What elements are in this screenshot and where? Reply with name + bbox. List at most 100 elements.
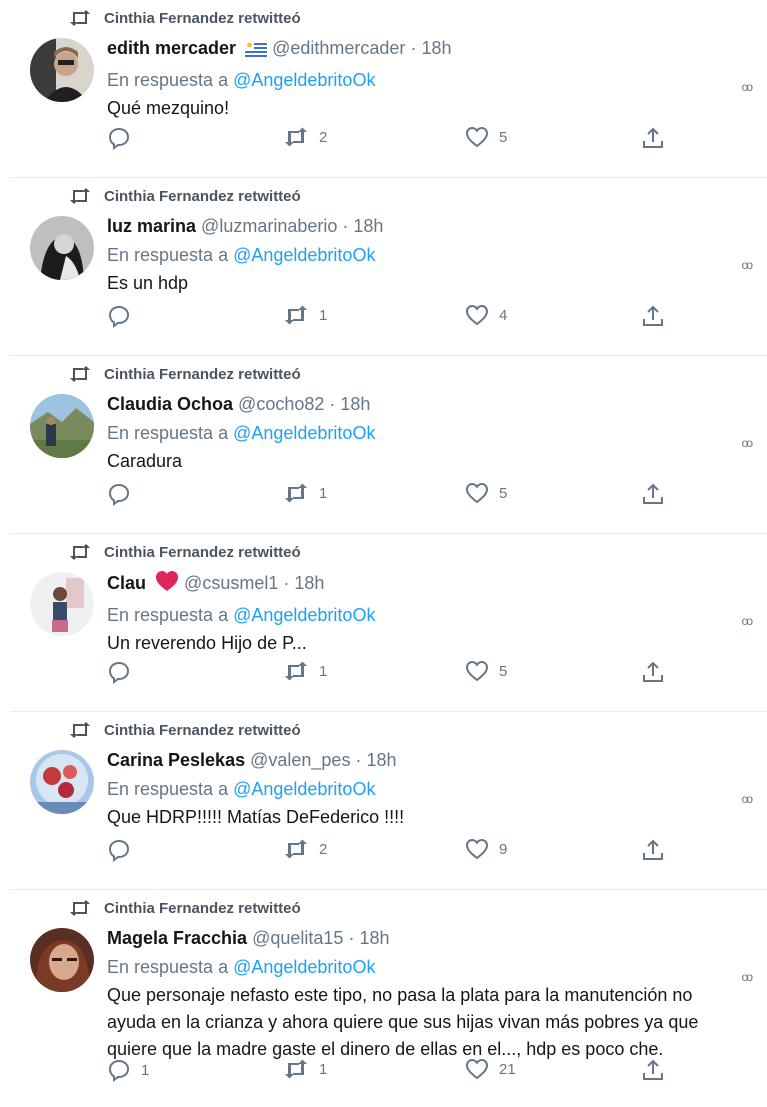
separator: · bbox=[329, 394, 336, 414]
tweet-actions: 2 5 bbox=[107, 126, 677, 156]
share-button[interactable] bbox=[641, 838, 665, 862]
share-button[interactable] bbox=[641, 126, 665, 150]
like-count: 5 bbox=[499, 484, 508, 502]
heart-icon bbox=[155, 570, 179, 598]
retweet-button[interactable]: 1 bbox=[283, 660, 327, 682]
avatar[interactable] bbox=[30, 572, 94, 636]
like-button[interactable]: 5 bbox=[465, 660, 507, 682]
tweet-time[interactable]: 18h bbox=[359, 928, 389, 948]
retweet-button[interactable]: 2 bbox=[283, 838, 327, 860]
tweet-actions: 2 9 bbox=[107, 838, 677, 868]
retweet-context-text[interactable]: Cinthia Fernandez retwitteó bbox=[104, 900, 301, 917]
share-button[interactable] bbox=[641, 1058, 665, 1082]
reply-button[interactable] bbox=[107, 126, 141, 150]
tweet-actions: 1 4 bbox=[107, 304, 677, 334]
tweet[interactable]: Cinthia Fernandez retwitteó luz marina @… bbox=[10, 178, 767, 356]
reply-context: En respuesta a @AngeldebritoOk bbox=[107, 775, 747, 803]
avatar[interactable] bbox=[30, 38, 94, 102]
tweet[interactable]: Cinthia Fernandez retwitteó Magela Fracc… bbox=[10, 890, 767, 1107]
like-button[interactable]: 21 bbox=[465, 1058, 516, 1080]
reply-button[interactable] bbox=[107, 838, 141, 862]
tweet-time[interactable]: 18h bbox=[294, 573, 324, 593]
more-icon[interactable]: oo bbox=[742, 258, 753, 272]
reply-context: En respuesta a @AngeldebritoOk bbox=[107, 66, 747, 94]
tweet[interactable]: Cinthia Fernandez retwitteó Clau @csusme… bbox=[10, 534, 767, 712]
more-icon[interactable]: oo bbox=[742, 614, 753, 628]
like-icon bbox=[465, 838, 489, 860]
avatar[interactable] bbox=[30, 928, 94, 992]
reply-mention-link[interactable]: @AngeldebritoOk bbox=[233, 423, 375, 443]
author-handle[interactable]: @cocho82 bbox=[238, 394, 324, 414]
share-button[interactable] bbox=[641, 482, 665, 506]
tweet[interactable]: Cinthia Fernandez retwitteó Carina Pesle… bbox=[10, 712, 767, 890]
share-icon bbox=[641, 838, 665, 862]
separator: · bbox=[348, 928, 355, 948]
retweet-context-text[interactable]: Cinthia Fernandez retwitteó bbox=[104, 10, 301, 27]
author-handle[interactable]: @quelita15 bbox=[252, 928, 343, 948]
share-icon bbox=[641, 126, 665, 150]
reply-mention-link[interactable]: @AngeldebritoOk bbox=[233, 245, 375, 265]
retweet-context-text[interactable]: Cinthia Fernandez retwitteó bbox=[104, 366, 301, 383]
more-icon[interactable]: oo bbox=[742, 970, 753, 984]
share-button[interactable] bbox=[641, 660, 665, 684]
reply-mention-link[interactable]: @AngeldebritoOk bbox=[233, 957, 375, 977]
reply-icon bbox=[107, 304, 131, 328]
tweet-actions: 1 5 bbox=[107, 482, 677, 512]
author-handle[interactable]: @csusmel1 bbox=[184, 573, 278, 593]
reply-mention-link[interactable]: @AngeldebritoOk bbox=[233, 605, 375, 625]
avatar[interactable] bbox=[30, 216, 94, 280]
tweet-time[interactable]: 18h bbox=[421, 38, 451, 58]
retweet-button[interactable]: 2 bbox=[283, 126, 327, 148]
retweet-icon bbox=[68, 720, 92, 740]
retweet-context: Cinthia Fernandez retwitteó bbox=[68, 720, 301, 740]
reply-prefix: En respuesta a bbox=[107, 605, 229, 625]
retweet-icon bbox=[68, 364, 92, 384]
retweet-button[interactable]: 1 bbox=[283, 482, 327, 504]
share-button[interactable] bbox=[641, 304, 665, 328]
reply-mention-link[interactable]: @AngeldebritoOk bbox=[233, 70, 375, 90]
reply-icon bbox=[107, 482, 131, 506]
tweet-text: Que HDRP!!!!! Matías DeFederico !!!! bbox=[107, 807, 405, 827]
reply-button[interactable] bbox=[107, 660, 141, 684]
retweet-icon bbox=[68, 186, 92, 206]
tweet-time[interactable]: 18h bbox=[353, 216, 383, 236]
tweet[interactable]: Cinthia Fernandez retwitteó edith mercad… bbox=[10, 0, 767, 178]
like-button[interactable]: 5 bbox=[465, 482, 507, 504]
retweet-button[interactable]: 1 bbox=[283, 304, 327, 326]
author-handle[interactable]: @valen_pes bbox=[250, 750, 350, 770]
author-name[interactable]: luz marina bbox=[107, 216, 196, 236]
reply-button[interactable]: 1 bbox=[107, 1058, 149, 1082]
tweet[interactable]: Cinthia Fernandez retwitteó Claudia Ocho… bbox=[10, 356, 767, 534]
reply-prefix: En respuesta a bbox=[107, 70, 229, 90]
more-icon[interactable]: oo bbox=[742, 436, 753, 450]
author-name[interactable]: Magela Fracchia bbox=[107, 928, 247, 948]
reply-button[interactable] bbox=[107, 304, 141, 328]
author-name[interactable]: Claudia Ochoa bbox=[107, 394, 233, 414]
tweet-time[interactable]: 18h bbox=[366, 750, 396, 770]
reply-context: En respuesta a @AngeldebritoOk bbox=[107, 241, 747, 269]
like-button[interactable]: 4 bbox=[465, 304, 507, 326]
like-count: 5 bbox=[499, 662, 508, 680]
like-button[interactable]: 9 bbox=[465, 838, 507, 860]
like-icon bbox=[465, 482, 489, 504]
retweet-context-text[interactable]: Cinthia Fernandez retwitteó bbox=[104, 544, 301, 561]
like-button[interactable]: 5 bbox=[465, 126, 507, 148]
more-icon[interactable]: oo bbox=[742, 80, 753, 94]
reply-mention-link[interactable]: @AngeldebritoOk bbox=[233, 779, 375, 799]
avatar[interactable] bbox=[30, 750, 94, 814]
author-name[interactable]: edith mercader bbox=[107, 38, 236, 58]
retweet-context-text[interactable]: Cinthia Fernandez retwitteó bbox=[104, 188, 301, 205]
author-handle[interactable]: @edithmercader bbox=[272, 38, 405, 58]
retweet-button[interactable]: 1 bbox=[283, 1058, 327, 1080]
avatar[interactable] bbox=[30, 394, 94, 458]
share-icon bbox=[641, 660, 665, 684]
more-icon[interactable]: oo bbox=[742, 792, 753, 806]
reply-button[interactable] bbox=[107, 482, 141, 506]
author-name[interactable]: Carina Peslekas bbox=[107, 750, 245, 770]
retweet-context: Cinthia Fernandez retwitteó bbox=[68, 898, 301, 918]
retweet-icon bbox=[283, 482, 309, 504]
author-handle[interactable]: @luzmarinaberio bbox=[201, 216, 337, 236]
retweet-context-text[interactable]: Cinthia Fernandez retwitteó bbox=[104, 722, 301, 739]
tweet-time[interactable]: 18h bbox=[340, 394, 370, 414]
author-name[interactable]: Clau bbox=[107, 573, 146, 593]
